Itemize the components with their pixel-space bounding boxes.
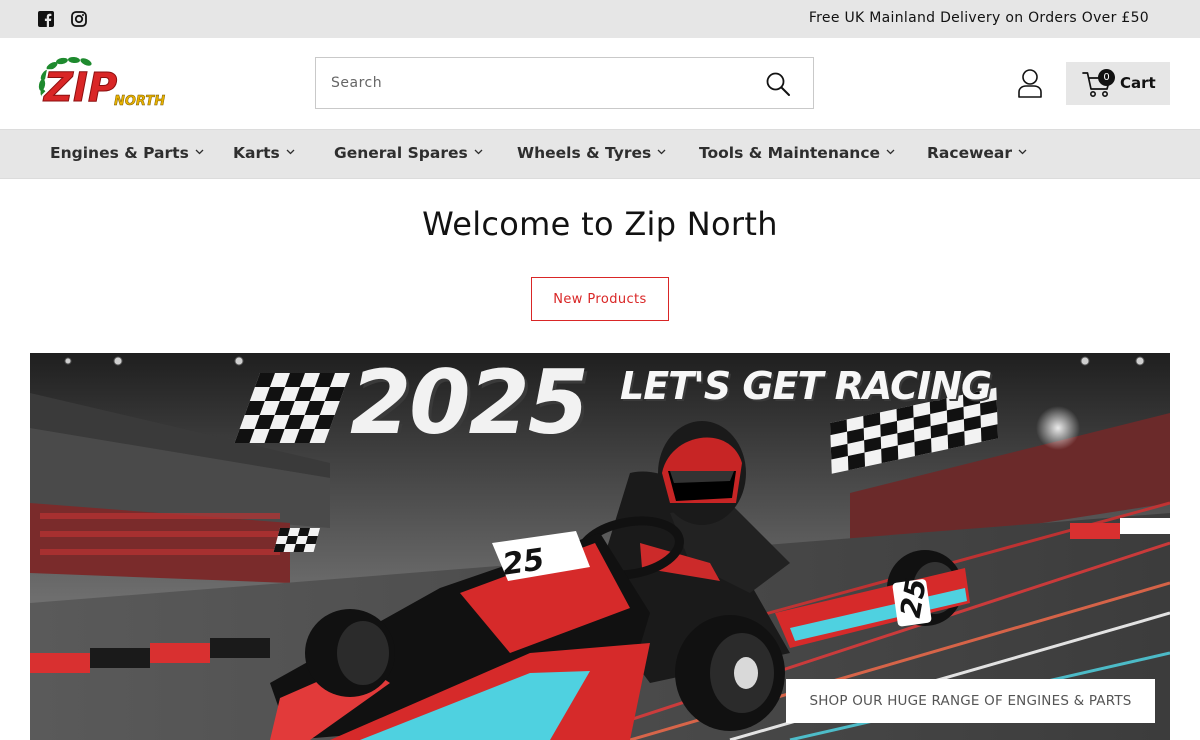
nav-item-racewear[interactable]: Racewear <box>927 144 1027 162</box>
cart-label: Cart <box>1120 74 1156 92</box>
facebook-icon[interactable] <box>38 11 54 27</box>
new-products-button[interactable]: New Products <box>531 277 669 321</box>
nav-item-engines-parts[interactable]: Engines & Parts <box>50 144 204 162</box>
nav-item-label: General Spares <box>334 144 468 162</box>
chevron-down-icon <box>474 149 483 155</box>
hero-banner[interactable]: 25 25 2025 LET'S GET RACING SHOP OUR HUG… <box>30 353 1170 740</box>
nav-item-wheels-tyres[interactable]: Wheels & Tyres <box>517 144 666 162</box>
chevron-down-icon <box>657 149 666 155</box>
svg-text:ZIP: ZIP <box>42 65 117 111</box>
search-input[interactable] <box>316 58 756 108</box>
announcement-bar: Free UK Mainland Delivery on Orders Over… <box>0 0 1200 38</box>
main-nav: Engines & Parts Karts General Spares Whe… <box>0 129 1200 179</box>
svg-text:25: 25 <box>500 542 546 582</box>
nav-item-label: Racewear <box>927 144 1013 162</box>
nav-item-label: Karts <box>233 144 280 162</box>
site-header: ZIP ZIP NORTH 0 Cart <box>0 38 1200 129</box>
nav-item-tools-maintenance[interactable]: Tools & Maintenance <box>699 144 895 162</box>
page-title: Welcome to Zip North <box>422 205 778 243</box>
chevron-down-icon <box>286 149 295 155</box>
chevron-down-icon <box>195 149 204 155</box>
search-icon[interactable] <box>765 71 791 97</box>
nav-item-karts[interactable]: Karts <box>233 144 295 162</box>
zip-north-logo[interactable]: ZIP ZIP NORTH <box>36 55 166 111</box>
account-icon[interactable] <box>1016 68 1044 98</box>
nav-item-label: Tools & Maintenance <box>699 144 881 162</box>
announcement-text: Free UK Mainland Delivery on Orders Over… <box>808 10 1149 26</box>
chevron-down-icon <box>1018 149 1027 155</box>
cart-button[interactable]: 0 Cart <box>1066 62 1170 105</box>
cart-count-badge: 0 <box>1098 69 1115 86</box>
banner-slogan: LET'S GET RACING <box>620 364 992 408</box>
svg-text:25: 25 <box>894 576 933 620</box>
nav-item-general-spares[interactable]: General Spares <box>334 144 483 162</box>
shop-engines-parts-button[interactable]: SHOP OUR HUGE RANGE OF ENGINES & PARTS <box>786 679 1155 723</box>
nav-item-label: Engines & Parts <box>50 144 189 162</box>
nav-item-label: Wheels & Tyres <box>517 144 652 162</box>
svg-text:NORTH: NORTH <box>114 94 165 109</box>
banner-year: 2025 <box>350 353 589 454</box>
chevron-down-icon <box>886 149 895 155</box>
search-box <box>315 57 814 109</box>
instagram-icon[interactable] <box>71 11 87 27</box>
